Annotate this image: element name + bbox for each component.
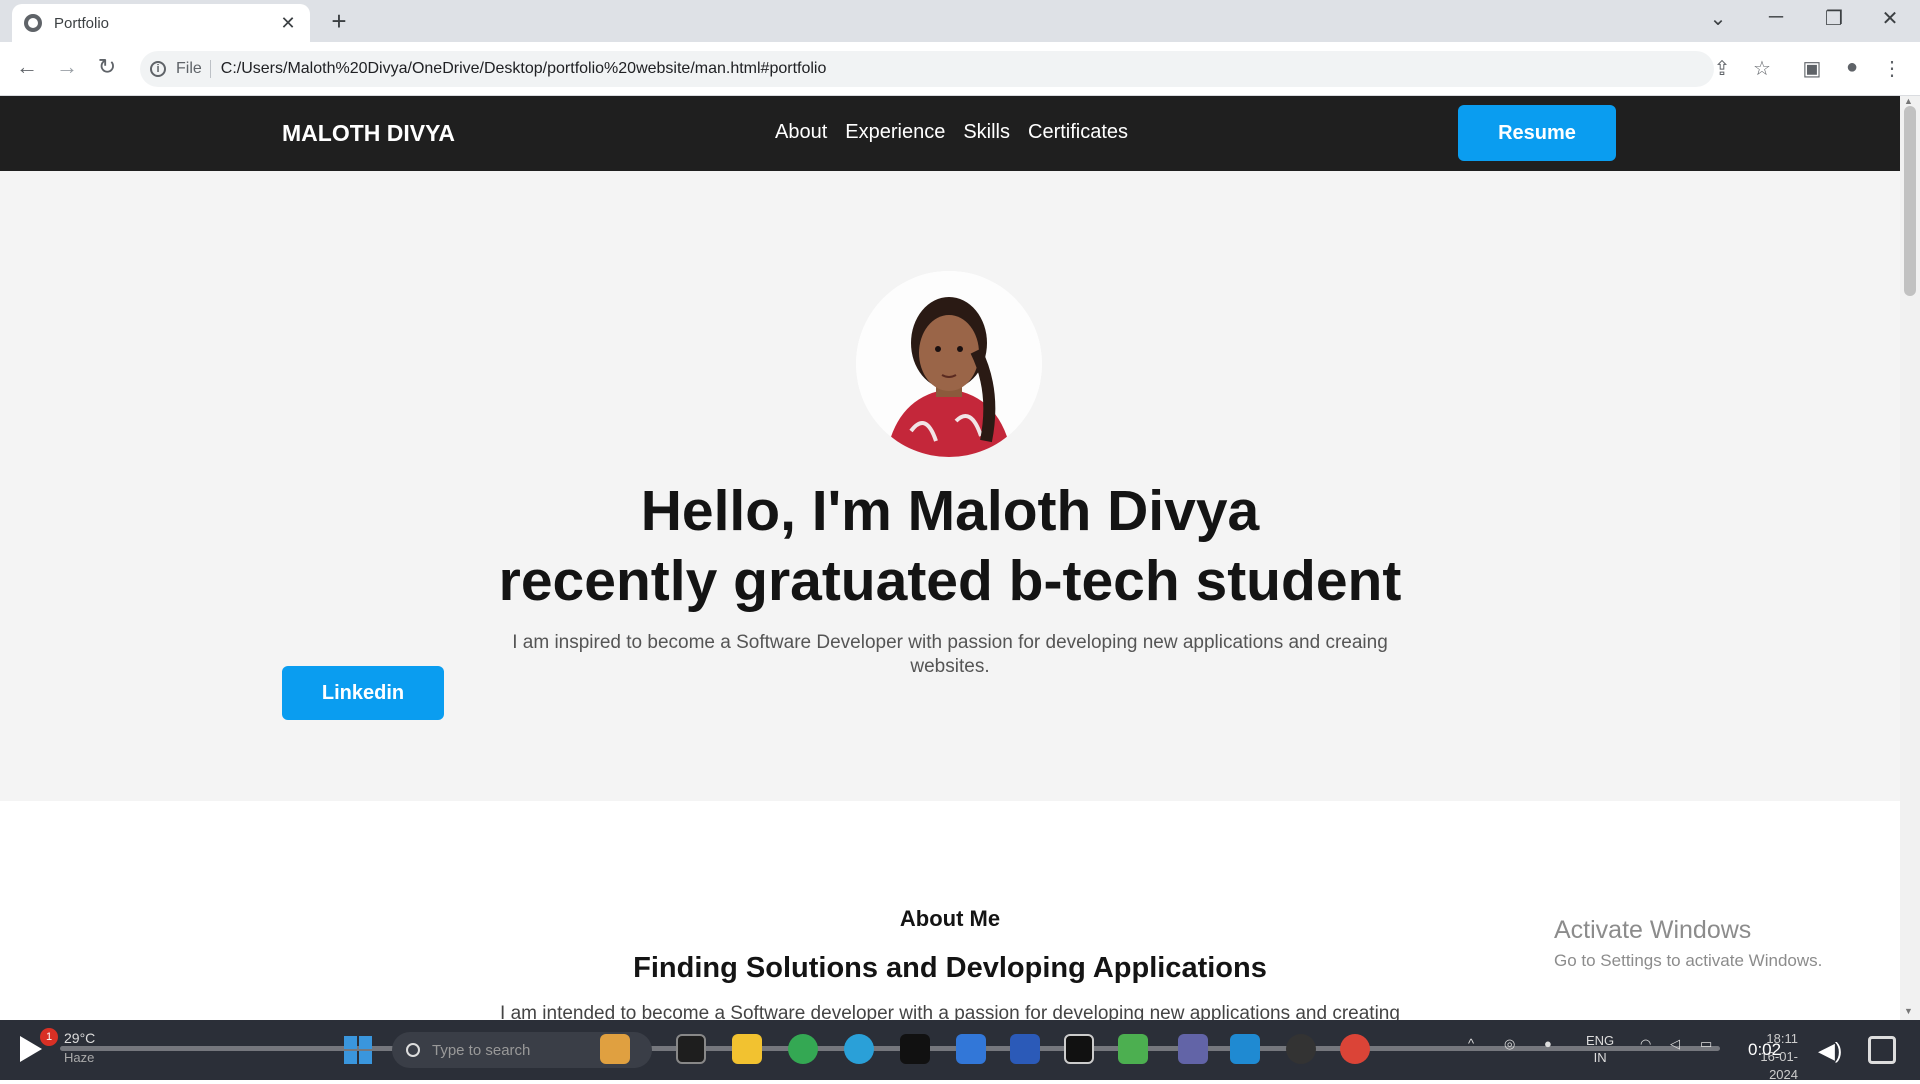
page-scrollbar[interactable]: ▲ ▼ xyxy=(1900,96,1920,1020)
volume-icon[interactable]: ◀) xyxy=(1818,1038,1842,1064)
profile-icon[interactable]: ● xyxy=(1838,56,1866,79)
menu-icon[interactable]: ⋮ xyxy=(1878,56,1906,81)
weather-desc: Haze xyxy=(64,1050,95,1065)
vscode-icon[interactable] xyxy=(1230,1034,1260,1064)
hero-section: Hello, I'm Maloth Divya recently gratuat… xyxy=(0,171,1900,801)
hero-description: I am inspired to become a Software Devel… xyxy=(512,632,1388,677)
weather-badge: 1 xyxy=(40,1028,58,1046)
chrome-profile-icon[interactable] xyxy=(1340,1034,1370,1064)
close-window-button[interactable]: ✕ xyxy=(1870,6,1910,31)
restore-button[interactable]: ❐ xyxy=(1814,6,1854,31)
watermark-line1: Activate Windows xyxy=(1554,916,1752,944)
resume-button[interactable]: Resume xyxy=(1458,105,1616,161)
address-bar[interactable]: i File C:/Users/Maloth%20Divya/OneDrive/… xyxy=(140,51,1714,87)
windows-start-icon[interactable] xyxy=(344,1036,372,1064)
tab-close-icon[interactable]: ✕ xyxy=(278,13,298,34)
reload-button[interactable]: ↻ xyxy=(92,54,122,80)
browser-toolbar: ← → ↻ i File C:/Users/Maloth%20Divya/One… xyxy=(0,42,1920,96)
activate-windows-watermark: Activate Windows Go to Settings to activ… xyxy=(1554,916,1822,971)
url-text[interactable]: C:/Users/Maloth%20Divya/OneDrive/Desktop… xyxy=(221,60,827,78)
site-navbar: MALOTH DIVYA About Experience Skills Cer… xyxy=(0,96,1900,171)
nav-link-skills[interactable]: Skills xyxy=(963,121,1010,144)
teams-icon[interactable] xyxy=(1010,1034,1040,1064)
tray-mic-icon[interactable]: ● xyxy=(1544,1036,1552,1051)
minimize-button[interactable]: ─ xyxy=(1756,6,1796,29)
file-explorer-icon[interactable] xyxy=(732,1034,762,1064)
browser-tab-bar: Portfolio ✕ + ⌄ ─ ❐ ✕ xyxy=(0,0,1920,42)
nav-link-certificates[interactable]: Certificates xyxy=(1028,121,1128,144)
scroll-down-icon[interactable]: ▼ xyxy=(1904,1006,1913,1016)
tray-chevron-icon[interactable]: ^ xyxy=(1468,1036,1474,1051)
terminal-icon[interactable] xyxy=(900,1034,930,1064)
profile-photo xyxy=(856,271,1042,457)
tab-search-icon[interactable]: ⌄ xyxy=(1698,6,1738,31)
tray-network-icon[interactable]: ◎ xyxy=(1504,1036,1515,1052)
back-button[interactable]: ← xyxy=(12,54,42,80)
taskbar: 1 29°C Haze Type to search ^ ◎ ● ENG IN … xyxy=(0,1020,1920,1082)
battery-icon[interactable]: ▭ xyxy=(1700,1036,1712,1052)
forward-button[interactable]: → xyxy=(52,54,82,80)
speaker-icon[interactable]: ◁ xyxy=(1670,1036,1680,1052)
lang-line1: ENG xyxy=(1586,1033,1615,1048)
url-scheme: File xyxy=(176,60,211,78)
new-tab-button[interactable]: + xyxy=(324,6,354,37)
hero-heading-line1: Hello, I'm Maloth Divya xyxy=(640,479,1260,543)
about-text: I am intended to become a Software devel… xyxy=(500,1003,1400,1020)
play-icon[interactable] xyxy=(20,1036,42,1062)
edge-icon[interactable] xyxy=(844,1034,874,1064)
language-indicator[interactable]: ENG IN xyxy=(1586,1032,1614,1066)
globe-icon xyxy=(24,14,42,32)
page-viewport: MALOTH DIVYA About Experience Skills Cer… xyxy=(0,96,1900,1020)
search-placeholder: Type to search xyxy=(432,1041,531,1059)
share-icon[interactable]: ⇪ xyxy=(1708,56,1736,81)
weather-temp[interactable]: 29°C xyxy=(64,1030,95,1046)
nav-link-experience[interactable]: Experience xyxy=(845,121,945,144)
cmd-icon[interactable] xyxy=(1064,1034,1094,1064)
info-icon[interactable]: i xyxy=(150,61,166,77)
bookmark-star-icon[interactable]: ☆ xyxy=(1748,56,1776,81)
linkedin-button[interactable]: Linkedin xyxy=(282,666,444,720)
site-nav-links: About Experience Skills Certificates xyxy=(775,121,1128,144)
watermark-line2: Go to Settings to activate Windows. xyxy=(1554,951,1823,970)
app-icon-widget[interactable] xyxy=(600,1034,630,1064)
scroll-up-icon[interactable]: ▲ xyxy=(1904,96,1913,106)
store-icon[interactable] xyxy=(956,1034,986,1064)
side-panel-icon[interactable]: ▣ xyxy=(1798,56,1826,81)
search-icon xyxy=(406,1043,420,1057)
browser-tab[interactable]: Portfolio ✕ xyxy=(12,4,310,42)
task-view-icon[interactable] xyxy=(676,1034,706,1064)
hero-heading: Hello, I'm Maloth Divya recently gratuat… xyxy=(0,476,1900,616)
github-icon[interactable] xyxy=(1286,1034,1316,1064)
nav-link-about[interactable]: About xyxy=(775,121,827,144)
tab-title: Portfolio xyxy=(54,14,110,32)
drive-icon[interactable] xyxy=(1118,1034,1148,1064)
site-brand[interactable]: MALOTH DIVYA xyxy=(282,120,455,147)
lang-line2: IN xyxy=(1593,1050,1607,1065)
scrollbar-thumb[interactable] xyxy=(1904,106,1916,296)
chrome-icon[interactable] xyxy=(788,1034,818,1064)
fullscreen-icon[interactable] xyxy=(1868,1036,1896,1064)
wifi-icon[interactable]: ◠ xyxy=(1640,1036,1651,1052)
hero-heading-line2: recently gratuated b-tech student xyxy=(498,549,1402,613)
teams-chat-icon[interactable] xyxy=(1178,1034,1208,1064)
video-time: 0:02 xyxy=(1748,1040,1782,1059)
